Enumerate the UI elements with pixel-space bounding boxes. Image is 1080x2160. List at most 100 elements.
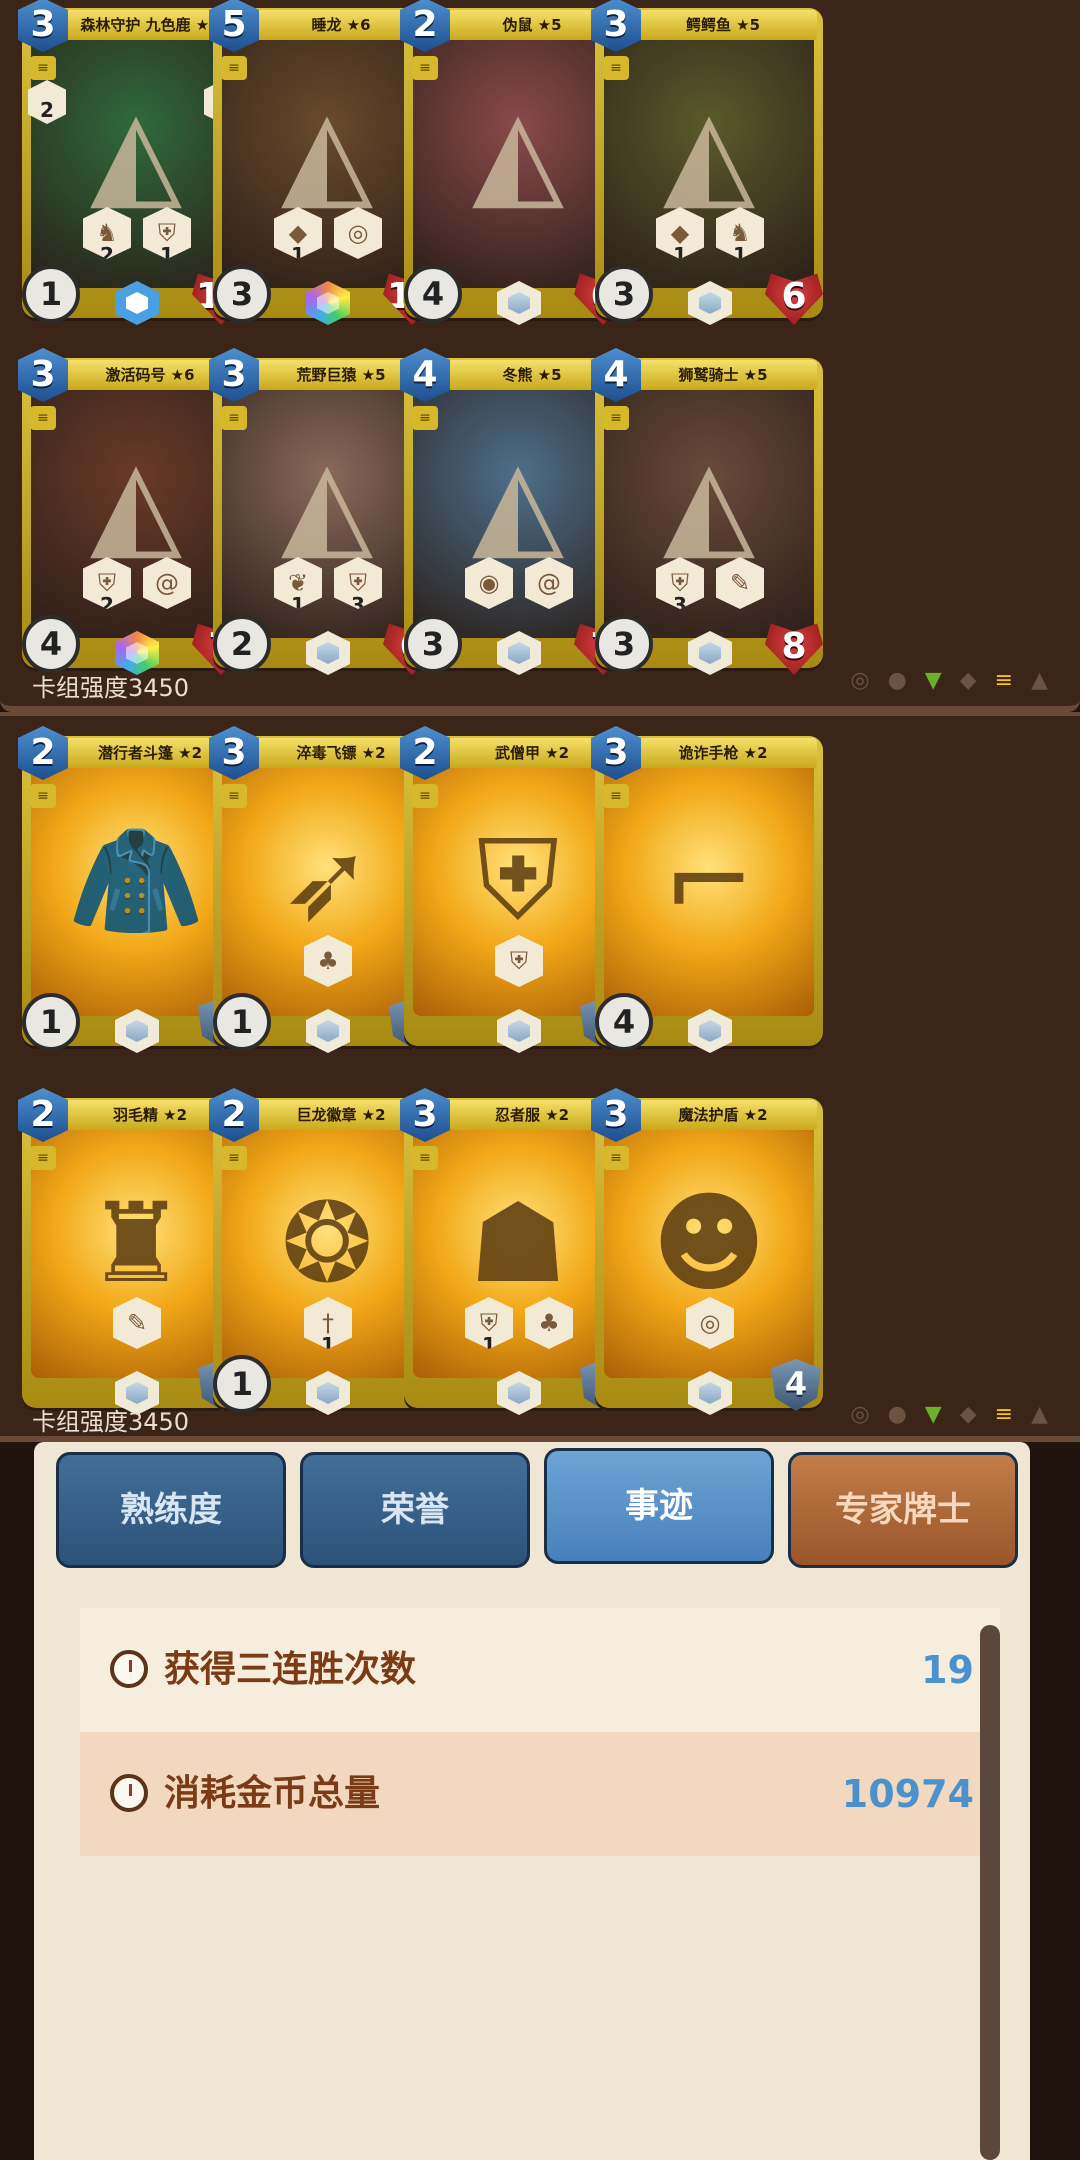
tribe-icon: ≡ bbox=[30, 1146, 56, 1170]
tribe-icon: ≡ bbox=[603, 784, 629, 808]
shield-icon: ⛨ 2 bbox=[83, 557, 131, 609]
card-attack: 1 bbox=[213, 1355, 271, 1413]
card-abilities: ◆ 1 ♞ 1 bbox=[595, 207, 825, 259]
tribe-icon: ≡ bbox=[30, 406, 56, 430]
deck-power-label: 卡组强度3450 bbox=[32, 674, 190, 702]
card-abilities: ◎ bbox=[595, 1297, 825, 1349]
tribe-icon: ≡ bbox=[412, 784, 438, 808]
stat-value: 19 bbox=[921, 1648, 974, 1692]
card-name: 诡诈手枪 ★2 bbox=[629, 738, 817, 768]
paw-icon[interactable]: ● bbox=[888, 1402, 907, 1427]
clock-icon bbox=[110, 1650, 148, 1688]
eye-icon: ◉ bbox=[465, 557, 513, 609]
card-art: ◭ bbox=[413, 18, 623, 288]
tribe-icon: ≡ bbox=[221, 406, 247, 430]
stat-value: 10974 bbox=[841, 1772, 974, 1816]
stat-row: 消耗金币总量 10974 bbox=[80, 1732, 1000, 1856]
beast-tribe-icon[interactable]: ◆ bbox=[960, 668, 977, 693]
unicorn-icon: ♞ 2 bbox=[83, 207, 131, 259]
target-icon[interactable]: ◎ bbox=[850, 668, 869, 693]
beast-tribe-icon[interactable]: ◆ bbox=[960, 1402, 977, 1427]
card-art-icon: ♜ bbox=[86, 1179, 186, 1307]
tribe-icon: ≡ bbox=[221, 56, 247, 80]
tribe-filter-bar-2: ◎ ● ▼ ◆ ≡ ▲ bbox=[850, 1402, 1048, 1427]
card-art-icon: ◭ bbox=[89, 83, 183, 223]
card-attack: 3 bbox=[595, 265, 653, 323]
tribe-icon: ≡ bbox=[412, 1146, 438, 1170]
card-attack: 1 bbox=[213, 993, 271, 1051]
tribe-icon: ≡ bbox=[412, 56, 438, 80]
card-art-icon: ◭ bbox=[471, 433, 565, 573]
card-art-icon: ☗ bbox=[468, 1179, 568, 1307]
card-art-icon: ◭ bbox=[662, 433, 756, 573]
card-name: 鳄鳄鱼 ★5 bbox=[629, 10, 817, 40]
poison-icon: ♣ bbox=[304, 935, 352, 987]
scrollbar[interactable] bbox=[980, 1625, 1000, 2160]
tab-honor[interactable]: 荣誉 bbox=[300, 1452, 530, 1568]
tab-expert[interactable]: 专家牌士 bbox=[788, 1452, 1018, 1568]
card[interactable]: ◭ 狮鹫骑士 ★5 4 ≡ ⛨ 3 ✎ 3 8 bbox=[591, 348, 825, 675]
card-abilities: ⛨ 3 ✎ bbox=[595, 557, 825, 609]
card-attack: 3 bbox=[404, 615, 462, 673]
leaf-icon: ❦ 1 bbox=[274, 557, 322, 609]
gold-icon: ◎ bbox=[686, 1297, 734, 1349]
swirl-icon: @ bbox=[143, 557, 191, 609]
shield-icon: ⛨ bbox=[495, 935, 543, 987]
card-art: ⌐ bbox=[604, 746, 814, 1016]
card-art-icon: ◭ bbox=[471, 83, 565, 223]
card[interactable]: ◭ 鳄鳄鱼 ★5 3 ≡ ◆ 1 ♞ 1 3 6 bbox=[591, 0, 825, 325]
tribe-icon: ≡ bbox=[221, 784, 247, 808]
tribe-filter-bar: ◎ ● ▼ ◆ ≡ ▲ bbox=[850, 668, 1048, 693]
gold-tribe-icon[interactable]: ≡ bbox=[995, 668, 1013, 693]
deck-power-label-2: 卡组强度3450 bbox=[32, 1408, 190, 1436]
crystal-icon: ◆ 1 bbox=[656, 207, 704, 259]
target-icon[interactable]: ◎ bbox=[850, 1402, 869, 1427]
card-art-icon: ⛨ bbox=[476, 816, 560, 944]
paw-icon[interactable]: ● bbox=[888, 668, 907, 693]
card-attack: 1 bbox=[22, 993, 80, 1051]
card-art-icon: 🧥 bbox=[67, 816, 205, 945]
tribe-icon: ≡ bbox=[603, 1146, 629, 1170]
feather-icon: ✎ bbox=[716, 557, 764, 609]
tribe-icon: ≡ bbox=[412, 406, 438, 430]
card-attack: 4 bbox=[22, 615, 80, 673]
gold-icon: ◎ bbox=[334, 207, 382, 259]
card-art: 🧥 bbox=[31, 746, 241, 1016]
card-attack: 4 bbox=[595, 993, 653, 1051]
card-attack: 2 bbox=[213, 615, 271, 673]
tab-achievements[interactable]: 事迹 bbox=[544, 1448, 774, 1564]
card-attack: 3 bbox=[595, 615, 653, 673]
swirl-icon: @ bbox=[525, 557, 573, 609]
card-art-icon: ⌐ bbox=[662, 817, 756, 945]
card-name: 狮鹫骑士 ★5 bbox=[629, 360, 817, 390]
sword-icon: † 1 bbox=[304, 1297, 352, 1349]
card-attack: 1 bbox=[22, 265, 80, 323]
card-art-icon: ◭ bbox=[280, 83, 374, 223]
card-attack: 3 bbox=[213, 265, 271, 323]
tribe-icon: ≡ bbox=[221, 1146, 247, 1170]
stat-row: 获得三连胜次数 19 bbox=[80, 1608, 1000, 1732]
card-name: 魔法护盾 ★2 bbox=[629, 1100, 817, 1130]
tribe-icon: ≡ bbox=[30, 56, 56, 80]
card-art-icon: ◭ bbox=[662, 83, 756, 223]
card-art-icon: ➶ bbox=[280, 817, 374, 945]
tab-mastery[interactable]: 熟练度 bbox=[56, 1452, 286, 1568]
poison-icon: ♣ bbox=[525, 1297, 573, 1349]
gold-tribe-icon[interactable]: ≡ bbox=[995, 1402, 1013, 1427]
tribe-icon: ≡ bbox=[30, 784, 56, 808]
clock-icon bbox=[110, 1774, 148, 1812]
shield-icon: ⛨ 3 bbox=[334, 557, 382, 609]
leaf-tribe-icon[interactable]: ▼ bbox=[925, 668, 942, 693]
card-art-icon: ◭ bbox=[280, 433, 374, 573]
stat-label: 消耗金币总量 bbox=[164, 1773, 381, 1814]
tribe-icon: ≡ bbox=[603, 56, 629, 80]
flame-tribe-icon[interactable]: ▲ bbox=[1031, 668, 1048, 693]
card[interactable]: ☻ 魔法护盾 ★2 3 ≡ ◎ 4 bbox=[591, 1088, 825, 1415]
card-art-icon: ☻ bbox=[651, 1179, 767, 1307]
leaf-tribe-icon[interactable]: ▼ bbox=[925, 1402, 942, 1427]
shield-icon: ⛨ 1 bbox=[143, 207, 191, 259]
crystal-icon: ◆ 1 bbox=[274, 207, 322, 259]
stat-label: 获得三连胜次数 bbox=[164, 1649, 417, 1690]
flame-tribe-icon[interactable]: ▲ bbox=[1031, 1402, 1048, 1427]
card[interactable]: ⌐ 诡诈手枪 ★2 3 ≡ 4 bbox=[591, 726, 825, 1053]
